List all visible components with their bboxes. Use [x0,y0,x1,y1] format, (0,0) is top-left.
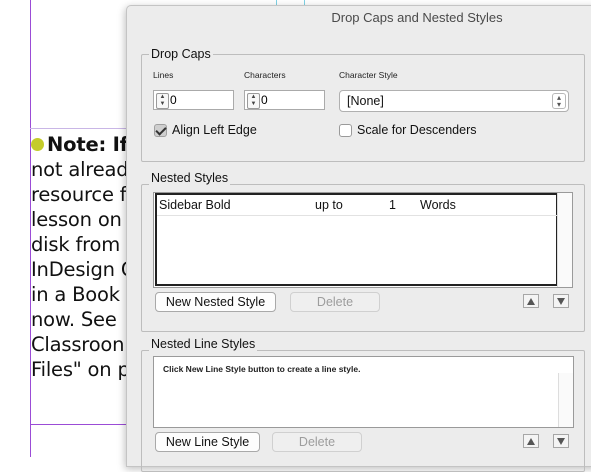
align-left-edge-label: Align Left Edge [172,123,257,137]
lines-label: Lines [153,70,174,80]
nested-style-condition[interactable]: up to [315,198,343,212]
characters-stepper[interactable]: ▲ ▼ 0 [244,90,325,110]
lines-value: 0 [170,93,177,107]
triangle-up-icon [527,438,535,445]
nested-styles-list[interactable]: Sidebar Bold up to 1 Words [153,192,573,288]
nested-style-unit[interactable]: Words [420,198,456,212]
drop-caps-group-label: Drop Caps [149,47,213,61]
nested-line-styles-scrollbar[interactable] [558,373,573,427]
stepper-arrows-icon[interactable]: ▲ ▼ [247,93,260,109]
move-up-button[interactable] [523,434,539,448]
nested-style-count[interactable]: 1 [389,198,396,212]
nested-style-row[interactable]: Sidebar Bold up to 1 Words [157,195,557,216]
chevron-updown-icon: ▴ ▾ [552,93,566,109]
nested-line-styles-hint: Click New Line Style button to create a … [163,364,361,374]
dialog-title: Drop Caps and Nested Styles [331,10,503,25]
bullet-icon [31,137,44,151]
nested-line-styles-list[interactable]: Click New Line Style button to create a … [153,356,574,428]
scale-descenders-checkbox[interactable] [339,124,352,137]
nested-line-styles-group-label: Nested Line Styles [149,337,258,351]
triangle-up-icon [527,298,535,305]
document-line: disk from [31,233,121,256]
document-line: InDesign C [31,258,131,281]
document-text-frame[interactable]: Note: If not alread resource f lesson on… [31,132,131,382]
delete-nested-style-button[interactable]: Delete [290,292,380,312]
document-line: resource f [31,183,127,206]
triangle-down-icon [557,298,565,305]
nested-styles-scrollbar[interactable] [557,193,572,287]
document-line: Note: If [31,132,131,157]
document-line: in a Book [31,283,120,306]
scale-descenders-label: Scale for Descenders [357,123,477,137]
character-style-value: [None] [347,94,384,108]
nested-styles-group-label: Nested Styles [149,171,231,185]
new-nested-style-button[interactable]: New Nested Style [155,292,276,312]
triangle-down-icon [557,438,565,445]
stepper-arrows-icon[interactable]: ▲ ▼ [156,93,169,109]
character-style-select[interactable]: [None] ▴ ▾ [339,90,569,112]
character-style-label: Character Style [339,70,398,80]
characters-value: 0 [261,93,268,107]
text-frame-bottom-edge [30,424,130,425]
move-down-button[interactable] [553,434,569,448]
move-down-button[interactable] [553,294,569,308]
characters-label: Characters [244,70,286,80]
document-line: Classroon [31,333,125,356]
document-line: Files" on p [31,358,130,381]
lines-stepper[interactable]: ▲ ▼ 0 [153,90,234,110]
align-left-edge-checkbox[interactable] [154,124,167,137]
document-line: now. See [31,308,117,331]
dialog-titlebar[interactable]: Drop Caps and Nested Styles [127,6,591,30]
drop-caps-dialog: Drop Caps and Nested Styles Drop Caps Li… [126,5,591,472]
delete-line-style-button[interactable]: Delete [272,432,362,452]
nested-style-name[interactable]: Sidebar Bold [159,198,231,212]
move-up-button[interactable] [523,294,539,308]
document-line: not alread [31,158,129,181]
document-line: lesson on [31,208,122,231]
text-frame-top-edge [30,128,130,129]
new-line-style-button[interactable]: New Line Style [155,432,260,452]
